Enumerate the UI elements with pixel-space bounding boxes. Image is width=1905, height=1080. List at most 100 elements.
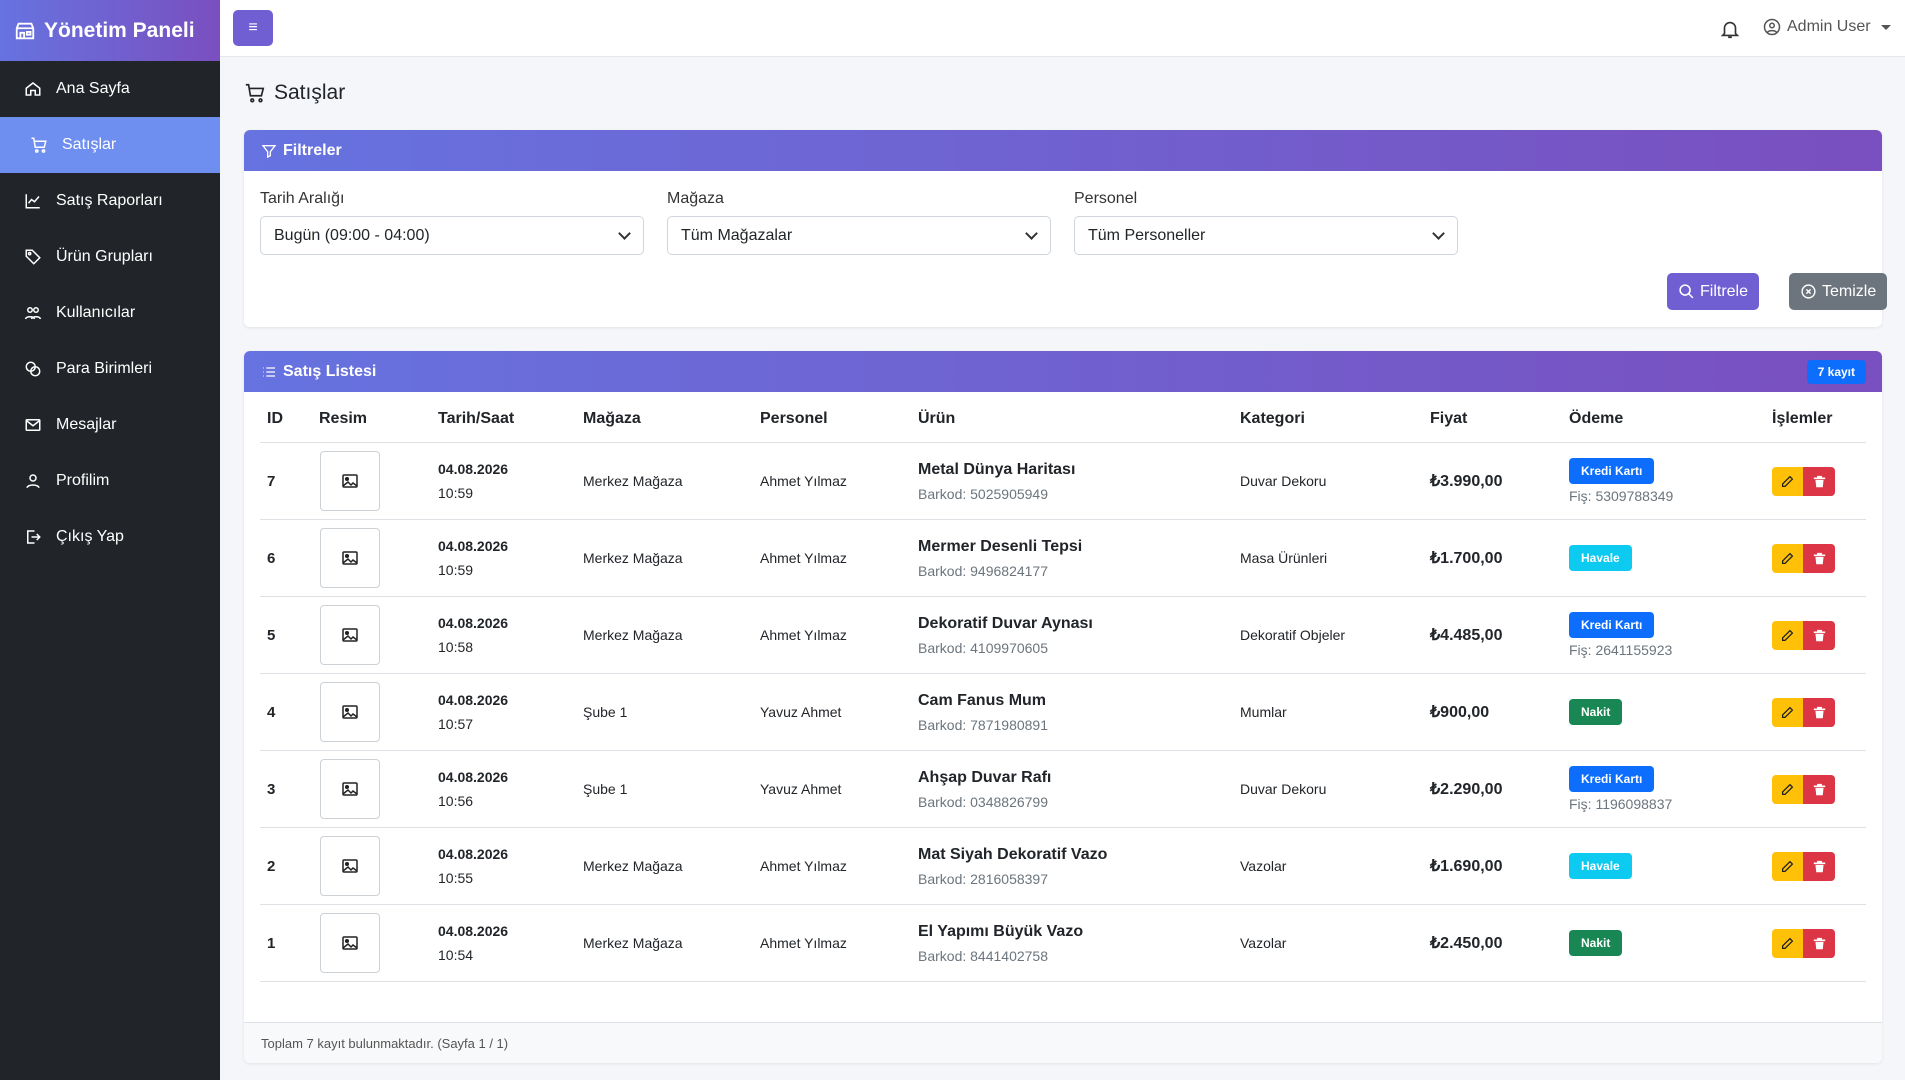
product-barcode: Barkod: 8441402758 — [918, 947, 1048, 964]
sidebar-item-7[interactable]: Profilim — [0, 453, 220, 509]
delete-button[interactable] — [1803, 851, 1835, 881]
table-row[interactable]: 6 04.08.2026 10:59 Merkez Mağaza Ahmet Yılma… — [260, 520, 1866, 597]
staff-filter: Personel Tüm Personeller — [1074, 190, 1458, 255]
staff-name: Yavuz Ahmet — [760, 781, 842, 797]
product-image[interactable] — [320, 528, 380, 588]
column-header-payment[interactable]: Ödeme — [1562, 408, 1765, 442]
caret-down-icon — [1880, 24, 1891, 30]
product-image[interactable] — [320, 759, 380, 819]
edit-button[interactable] — [1772, 466, 1803, 496]
chevron-down-icon — [1025, 226, 1038, 240]
sale-price: ₺2.290,00 — [1430, 781, 1503, 798]
pencil-icon — [1781, 860, 1794, 872]
product-name: Mermer Desenli Tepsi — [918, 537, 1083, 555]
table-row[interactable]: 7 04.08.2026 10:59 Merkez Mağaza Ahmet Yılma… — [260, 443, 1866, 520]
sidebar-item-label: Kullanıcılar — [56, 304, 136, 321]
filter-button[interactable]: Filtrele — [1667, 273, 1760, 310]
date-range-select[interactable]: Bugün (09:00 - 04:00) — [260, 216, 644, 255]
sale-date: 04.08.2026 — [438, 846, 509, 862]
category-name: Mumlar — [1240, 704, 1287, 720]
clear-button[interactable]: Temizle — [1789, 273, 1888, 310]
store-value: Tüm Mağazalar — [681, 226, 793, 244]
chevron-down-icon — [1432, 226, 1445, 240]
sidebar-item-5[interactable]: Para Birimleri — [0, 341, 220, 397]
sidebar-item-4[interactable]: Kullanıcılar — [0, 285, 220, 341]
delete-button[interactable] — [1803, 543, 1835, 573]
column-header-datetime[interactable]: Tarih/Saat — [431, 408, 576, 442]
edit-button[interactable] — [1772, 697, 1803, 727]
table-row[interactable]: 2 04.08.2026 10:55 Merkez Mağaza Ahmet Yılma… — [260, 828, 1866, 905]
sale-time: 10:59 — [438, 562, 474, 578]
home-icon — [25, 82, 41, 96]
sidebar: Yönetim Paneli Ana Sayfa Satışlar Satış Ra… — [0, 0, 220, 1080]
product-image[interactable] — [320, 836, 380, 896]
user-name: Admin User — [1787, 18, 1871, 35]
category-name: Masa Ürünleri — [1240, 550, 1328, 566]
sidebar-item-6[interactable]: Mesajlar — [0, 397, 220, 453]
payment-badge: Kredi Kartı — [1569, 612, 1655, 638]
brand[interactable]: Yönetim Paneli — [0, 0, 220, 61]
column-header-category[interactable]: Kategori — [1233, 408, 1423, 442]
delete-button[interactable] — [1803, 928, 1835, 958]
product-image[interactable] — [320, 605, 380, 665]
sale-time: 10:54 — [438, 947, 474, 963]
product-image[interactable] — [320, 451, 380, 511]
table-footer: Toplam 7 kayıt bulunmaktadır. (Sayfa 1 /… — [244, 1022, 1882, 1063]
store-name: Merkez Mağaza — [583, 550, 683, 566]
sale-id: 3 — [267, 780, 276, 798]
column-header-price[interactable]: Fiyat — [1423, 408, 1562, 442]
delete-button[interactable] — [1803, 774, 1835, 804]
product-image[interactable] — [320, 913, 380, 973]
sale-price: ₺1.690,00 — [1430, 858, 1503, 875]
pencil-icon — [1781, 783, 1794, 795]
delete-button[interactable] — [1803, 620, 1835, 650]
delete-button[interactable] — [1803, 697, 1835, 727]
bell-icon[interactable] — [1719, 17, 1741, 41]
trash-icon — [1813, 629, 1825, 641]
pencil-icon — [1781, 552, 1794, 564]
staff-select[interactable]: Tüm Personeller — [1074, 216, 1458, 255]
column-header-staff[interactable]: Personel — [753, 408, 911, 442]
category-name: Vazolar — [1240, 935, 1287, 951]
staff-name: Ahmet Yılmaz — [760, 550, 847, 566]
product-name: El Yapımı Büyük Vazo — [918, 922, 1084, 940]
sidebar-item-0[interactable]: Ana Sayfa — [0, 61, 220, 117]
column-header-id[interactable]: ID — [260, 408, 312, 442]
product-image[interactable] — [320, 682, 380, 742]
date-range-filter: Tarih Aralığı Bugün (09:00 - 04:00) — [260, 190, 644, 255]
clear-button-label: Temizle — [1822, 282, 1877, 300]
store-select[interactable]: Tüm Mağazalar — [667, 216, 1051, 255]
user-menu[interactable]: Admin User — [1763, 18, 1891, 36]
staff-name: Yavuz Ahmet — [760, 704, 842, 720]
sidebar-toggle-button[interactable]: ≡ — [233, 10, 273, 46]
store-name: Şube 1 — [583, 704, 628, 720]
users-icon — [24, 307, 42, 320]
sale-price: ₺4.485,00 — [1430, 627, 1503, 644]
edit-button[interactable] — [1772, 851, 1803, 881]
column-header-product[interactable]: Ürün — [911, 408, 1233, 442]
edit-button[interactable] — [1772, 620, 1803, 650]
sale-time: 10:56 — [438, 793, 474, 809]
sidebar-item-8[interactable]: Çıkış Yap — [0, 509, 220, 565]
table-row[interactable]: 4 04.08.2026 10:57 Şube 1 Yavuz Ahmet Cam Fan… — [260, 674, 1866, 751]
search-icon — [1679, 284, 1694, 299]
page-title: Satışlar — [244, 81, 345, 105]
column-header-image[interactable]: Resim — [312, 408, 431, 442]
payment-badge: Nakit — [1569, 930, 1623, 956]
pencil-icon — [1781, 475, 1794, 487]
sidebar-item-label: Profilim — [56, 472, 110, 489]
table-row[interactable]: 3 04.08.2026 10:56 Şube 1 Yavuz Ahmet Ahşap D… — [260, 751, 1866, 828]
sidebar-item-2[interactable]: Satış Raporları — [0, 173, 220, 229]
edit-button[interactable] — [1772, 543, 1803, 573]
sidebar-item-3[interactable]: Ürün Grupları — [0, 229, 220, 285]
pagination-summary: Toplam 7 kayıt bulunmaktadır. (Sayfa 1 /… — [261, 1035, 509, 1051]
category-name: Duvar Dekoru — [1240, 473, 1327, 489]
column-header-store[interactable]: Mağaza — [576, 408, 753, 442]
delete-button[interactable] — [1803, 466, 1835, 496]
edit-button[interactable] — [1772, 774, 1803, 804]
sidebar-item-1[interactable]: Satışlar — [0, 117, 220, 173]
table-row[interactable]: 1 04.08.2026 10:54 Merkez Mağaza Ahmet Yılma… — [260, 905, 1866, 982]
store-name: Şube 1 — [583, 781, 628, 797]
table-row[interactable]: 5 04.08.2026 10:58 Merkez Mağaza Ahmet Yılma… — [260, 597, 1866, 674]
edit-button[interactable] — [1772, 928, 1803, 958]
